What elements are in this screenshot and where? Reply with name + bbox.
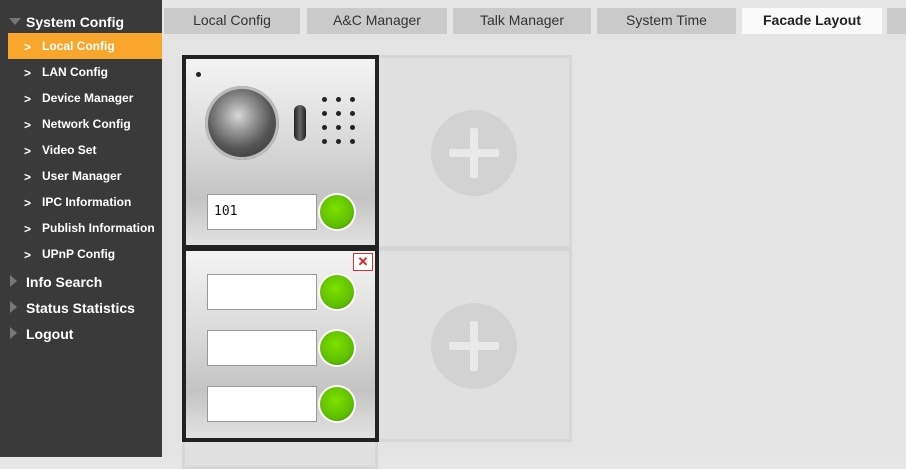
chevron-right-icon: > [24, 40, 32, 54]
delete-module-button[interactable]: ✕ [353, 253, 373, 271]
empty-slot[interactable] [376, 55, 572, 249]
chevron-right-icon: > [24, 170, 32, 184]
room-number-field[interactable] [207, 330, 317, 366]
add-module-icon[interactable] [431, 110, 517, 196]
menu-item-publish-information[interactable]: > Publish Information [8, 215, 162, 241]
call-button[interactable] [320, 275, 354, 309]
call-button[interactable] [320, 331, 354, 365]
chevron-right-icon: > [24, 92, 32, 106]
room-number-field[interactable]: 101 [207, 194, 317, 230]
menu-item-video-set[interactable]: > Video Set [8, 137, 162, 163]
tab-more[interactable] [887, 8, 906, 34]
add-module-icon[interactable] [431, 303, 517, 389]
menu-item-device-manager[interactable]: > Device Manager [8, 85, 162, 111]
tab-ac-manager[interactable]: A&C Manager [307, 8, 447, 34]
collapse-arrow-icon [10, 275, 17, 287]
speaker-grille-icon [322, 97, 362, 153]
menu-item-upnp-config[interactable]: > UPnP Config [8, 241, 162, 267]
camera-lens-icon [205, 86, 279, 160]
empty-slot[interactable] [182, 439, 378, 469]
mic-dot-icon [196, 72, 201, 77]
tab-system-time[interactable]: System Time [597, 8, 736, 34]
camera-module[interactable]: 101 [182, 55, 379, 249]
chevron-right-icon: > [24, 222, 32, 236]
tab-bar: Local Config A&C Manager Talk Manager Sy… [162, 0, 906, 34]
expand-arrow-icon [9, 18, 21, 25]
button-module[interactable]: ✕ [182, 247, 379, 442]
chevron-right-icon: > [24, 248, 32, 262]
collapse-arrow-icon [10, 301, 17, 313]
menu-item-local-config[interactable]: > Local Config [8, 33, 162, 59]
chevron-right-icon: > [24, 196, 32, 210]
collapse-arrow-icon [10, 327, 17, 339]
menu-section-status-statistics[interactable]: Status Statistics [0, 294, 162, 320]
menu-item-user-manager[interactable]: > User Manager [8, 163, 162, 189]
tab-facade-layout[interactable]: Facade Layout [742, 8, 882, 34]
ir-sensor-icon [294, 105, 306, 141]
empty-slot[interactable] [376, 248, 572, 442]
room-number-field[interactable] [207, 274, 317, 310]
menu-item-lan-config[interactable]: > LAN Config [8, 59, 162, 85]
menu-item-ipc-information[interactable]: > IPC Information [8, 189, 162, 215]
call-button[interactable] [320, 195, 354, 229]
sidebar: System Config > Local Config > LAN Confi… [0, 0, 162, 457]
menu-section-info-search[interactable]: Info Search [0, 268, 162, 294]
menu-section-system-config[interactable]: System Config [0, 8, 162, 34]
chevron-right-icon: > [24, 118, 32, 132]
chevron-right-icon: > [24, 144, 32, 158]
call-button[interactable] [320, 387, 354, 421]
facade-layout-area: 101 ✕ [162, 34, 906, 469]
chevron-right-icon: > [24, 66, 32, 80]
tab-local-config[interactable]: Local Config [164, 8, 300, 34]
menu-section-logout[interactable]: Logout [0, 320, 162, 346]
menu-item-network-config[interactable]: > Network Config [8, 111, 162, 137]
room-number-field[interactable] [207, 386, 317, 422]
tab-talk-manager[interactable]: Talk Manager [453, 8, 591, 34]
